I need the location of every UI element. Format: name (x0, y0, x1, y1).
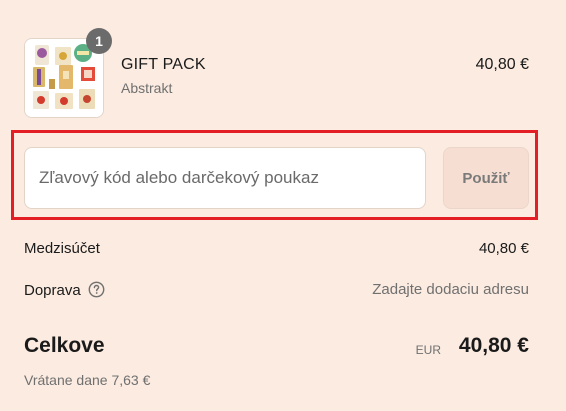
shipping-label: Doprava (24, 282, 81, 299)
total-label: Celkove (24, 334, 105, 357)
apply-discount-button[interactable]: Použiť (443, 147, 529, 209)
subtotal-row: Medzisúčet 40,80 € (24, 240, 529, 264)
subtotal-label: Medzisúčet (24, 240, 100, 257)
shipping-value: Zadajte dodaciu adresu (372, 281, 529, 298)
product-price: 40,80 € (475, 56, 529, 73)
discount-code-input[interactable] (24, 147, 426, 209)
quantity-badge: 1 (86, 28, 112, 54)
product-name: GIFT PACK (121, 56, 206, 73)
total-currency: EUR (415, 343, 441, 357)
shipping-row: Doprava Zadajte dodaciu adresu (24, 281, 529, 305)
total-amount: 40,80 € (458, 334, 529, 357)
subtotal-value: 40,80 € (478, 240, 529, 257)
cart-line-item: 1 GIFT PACK Abstrakt 40,80 € (24, 28, 529, 118)
tax-included-note: Vrátane dane 7,63 € (24, 372, 151, 388)
product-variant: Abstrakt (121, 80, 173, 96)
question-circle-icon[interactable] (88, 281, 105, 302)
total-row: Celkove EUR 40,80 € (24, 334, 529, 364)
shipping-label-group: Doprava (24, 281, 105, 302)
